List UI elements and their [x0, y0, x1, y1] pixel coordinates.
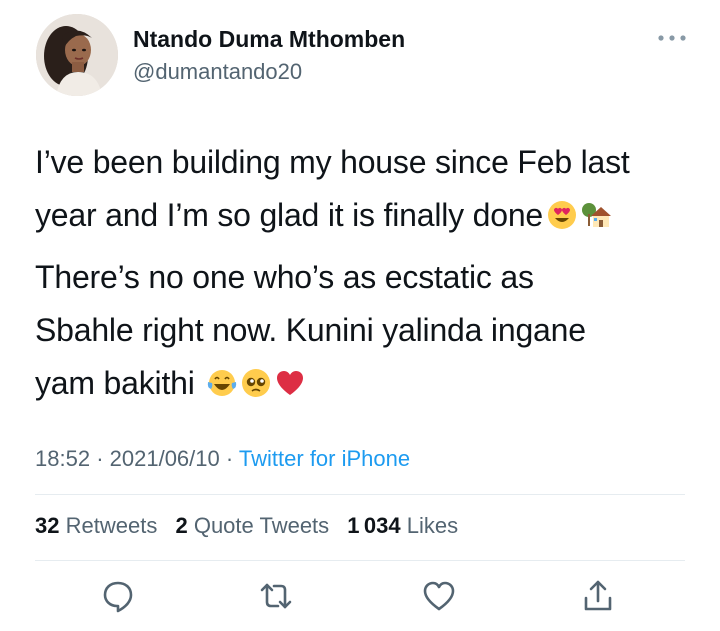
tweet-source-link[interactable]: Twitter for iPhone [239, 446, 410, 471]
avatar[interactable] [36, 14, 118, 96]
retweets-label: Retweets [65, 513, 158, 538]
like-icon[interactable] [421, 578, 457, 614]
tweet-line: year and I’m so glad it is finally done [35, 197, 544, 233]
tears-of-joy-emoji-icon [207, 368, 237, 398]
tweet-line: I’ve been building my house since Feb la… [35, 144, 630, 180]
tweet-time: 18:52 [35, 446, 91, 471]
tweet-paragraph-2: There’s no one who’s as ecstatic as Sbah… [35, 251, 705, 410]
tweet-paragraph-1: I’ve been building my house since Feb la… [35, 136, 705, 242]
divider [35, 494, 685, 495]
retweet-icon[interactable] [258, 578, 294, 614]
red-heart-emoji-icon [275, 368, 305, 398]
tweet-text: I’ve been building my house since Feb la… [35, 136, 705, 410]
tweet-meta: 18:52 · 2021/06/10 · Twitter for iPhone [35, 446, 410, 472]
quote-tweets-label: Quote Tweets [193, 513, 330, 538]
share-icon[interactable] [580, 578, 616, 614]
reply-icon[interactable] [100, 578, 136, 614]
heart-eyes-emoji-icon [547, 200, 577, 230]
tweet-stats: 32 Retweets 2 Quote Tweets 1 034 Likes [35, 513, 470, 539]
more-options-icon[interactable] [655, 28, 689, 48]
retweets-count: 32 [35, 513, 60, 538]
author-name[interactable]: Ntando Duma Mthomben [133, 26, 405, 53]
tweet-line: Sbahle right now. Kunini yalinda ingane [35, 312, 586, 348]
pleading-face-emoji-icon [241, 368, 271, 398]
likes-count: 1 034 [347, 513, 401, 538]
meta-separator: · [96, 446, 104, 471]
house-with-garden-emoji-icon [581, 200, 612, 230]
tweet-line: yam bakithi [35, 365, 195, 401]
likes-stat[interactable]: 1 034 Likes [347, 513, 458, 538]
meta-separator: · [225, 446, 234, 471]
quote-tweets-stat[interactable]: 2 Quote Tweets [175, 513, 329, 538]
retweets-stat[interactable]: 32 Retweets [35, 513, 157, 538]
author-handle[interactable]: @dumantando20 [133, 59, 302, 85]
tweet-date: 2021/06/10 [109, 446, 220, 471]
tweet-line: There’s no one who’s as ecstatic as [35, 259, 534, 295]
likes-label: Likes [406, 513, 459, 538]
profile-photo-icon [36, 14, 118, 96]
divider [35, 560, 685, 561]
quote-tweets-count: 2 [175, 513, 188, 538]
